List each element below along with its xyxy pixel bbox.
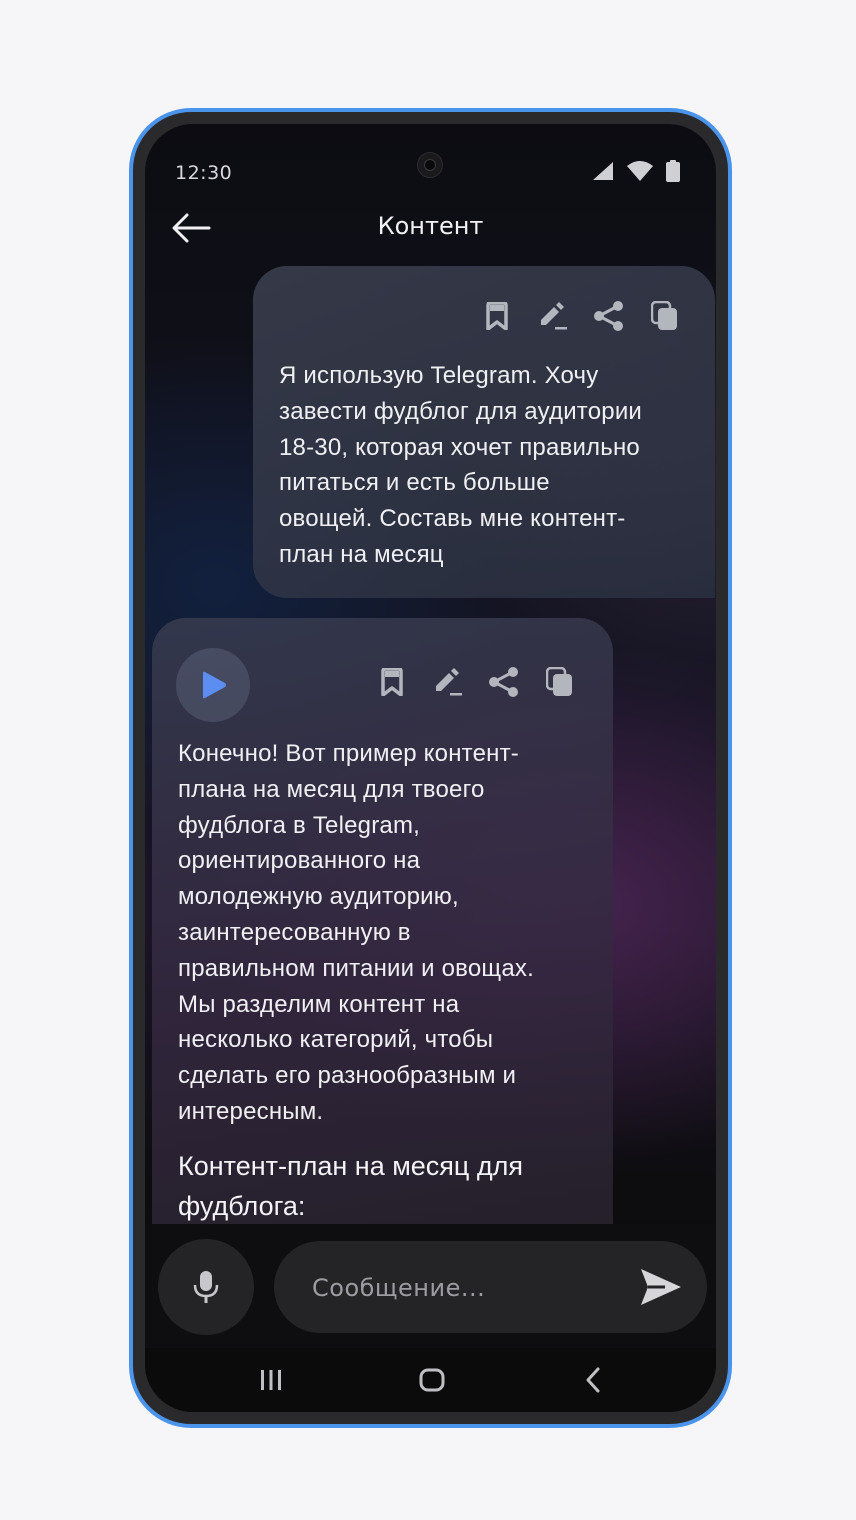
text-line: 18-30, которая хочет правильно <box>279 433 640 461</box>
home-button[interactable] <box>402 1358 462 1402</box>
text-line: Я использую Telegram. Хочу <box>279 362 599 389</box>
bookmark-button[interactable] <box>469 296 525 336</box>
send-button[interactable] <box>635 1263 687 1311</box>
text-line: правильном питании и овощах. <box>178 954 534 982</box>
send-icon <box>641 1269 681 1305</box>
bookmark-icon <box>381 668 403 696</box>
bookmark-button[interactable] <box>364 662 420 702</box>
share-button[interactable] <box>476 662 532 702</box>
bookmark-icon <box>486 302 508 330</box>
text-line: фудблога в Telegram, <box>178 811 421 839</box>
battery-icon <box>666 160 680 182</box>
text-line: интересным. <box>178 1097 324 1125</box>
wifi-icon <box>627 161 653 181</box>
front-camera <box>417 152 443 178</box>
copy-icon <box>651 301 677 330</box>
heading-line: фудблога: <box>178 1191 306 1221</box>
user-message-text: Я использую Telegram. Хочу завести фудбл… <box>279 358 699 573</box>
message-input[interactable] <box>310 1241 634 1335</box>
page-title: Контент <box>377 212 484 240</box>
screen: 12:30 Контент Я использую Telegram. Хочу… <box>145 124 716 1412</box>
text-line: план на месяц <box>279 540 444 568</box>
text-line: питаться и есть больше <box>279 469 550 497</box>
text-line: ориентированного на <box>178 847 421 875</box>
phone-frame: 12:30 Контент Я использую Telegram. Хочу… <box>129 108 732 1428</box>
home-icon <box>419 1368 445 1392</box>
assistant-message-heading: Контент-план на месяц для фудблога: <box>178 1146 598 1224</box>
recent-apps-button[interactable] <box>241 1358 301 1402</box>
copy-icon <box>546 667 572 696</box>
status-time: 12:30 <box>175 162 233 184</box>
status-icons <box>592 160 680 182</box>
nav-back-button[interactable] <box>563 1358 623 1402</box>
recent-apps-icon <box>261 1370 281 1390</box>
edit-icon <box>436 668 462 696</box>
text-line: заинтересованную в <box>178 918 411 946</box>
user-message-bubble: Я использую Telegram. Хочу завести фудбл… <box>253 266 715 598</box>
text-line: плана на месяц для твоего <box>178 775 485 803</box>
text-line: сделать его разнообразным и <box>178 1062 517 1090</box>
copy-button[interactable] <box>532 662 588 702</box>
copy-button[interactable] <box>637 296 693 336</box>
back-icon <box>586 1367 600 1393</box>
heading-line: Контент-план на месяц для <box>178 1151 524 1181</box>
microphone-icon <box>193 1271 219 1303</box>
assistant-message-text: Конечно! Вот пример контент- плана на ме… <box>178 736 598 1130</box>
play-icon <box>203 671 226 699</box>
edit-button[interactable] <box>525 296 581 336</box>
signal-icon <box>593 162 613 180</box>
text-line: несколько категорий, чтобы <box>178 1026 494 1054</box>
edit-icon <box>541 302 567 330</box>
message-actions <box>364 662 588 702</box>
text-line: овощей. Составь мне контент- <box>279 505 626 533</box>
share-icon <box>594 301 623 331</box>
assistant-message-bubble: Конечно! Вот пример контент- плана на ме… <box>152 618 613 1224</box>
text-line: Конечно! Вот пример контент- <box>178 740 519 767</box>
text-line: завести фудблог для аудитории <box>279 397 643 425</box>
system-nav-bar <box>145 1348 716 1412</box>
text-line: Мы разделим контент на <box>178 990 460 1018</box>
share-button[interactable] <box>581 296 637 336</box>
voice-input-button[interactable] <box>158 1239 254 1335</box>
play-audio-button[interactable] <box>176 648 250 722</box>
share-icon <box>489 667 518 697</box>
message-field <box>274 1241 707 1335</box>
message-actions <box>469 296 693 336</box>
edit-button[interactable] <box>420 662 476 702</box>
text-line: молодежную аудиторию, <box>178 883 459 911</box>
phone-body: 12:30 Контент Я использую Telegram. Хочу… <box>133 112 728 1424</box>
